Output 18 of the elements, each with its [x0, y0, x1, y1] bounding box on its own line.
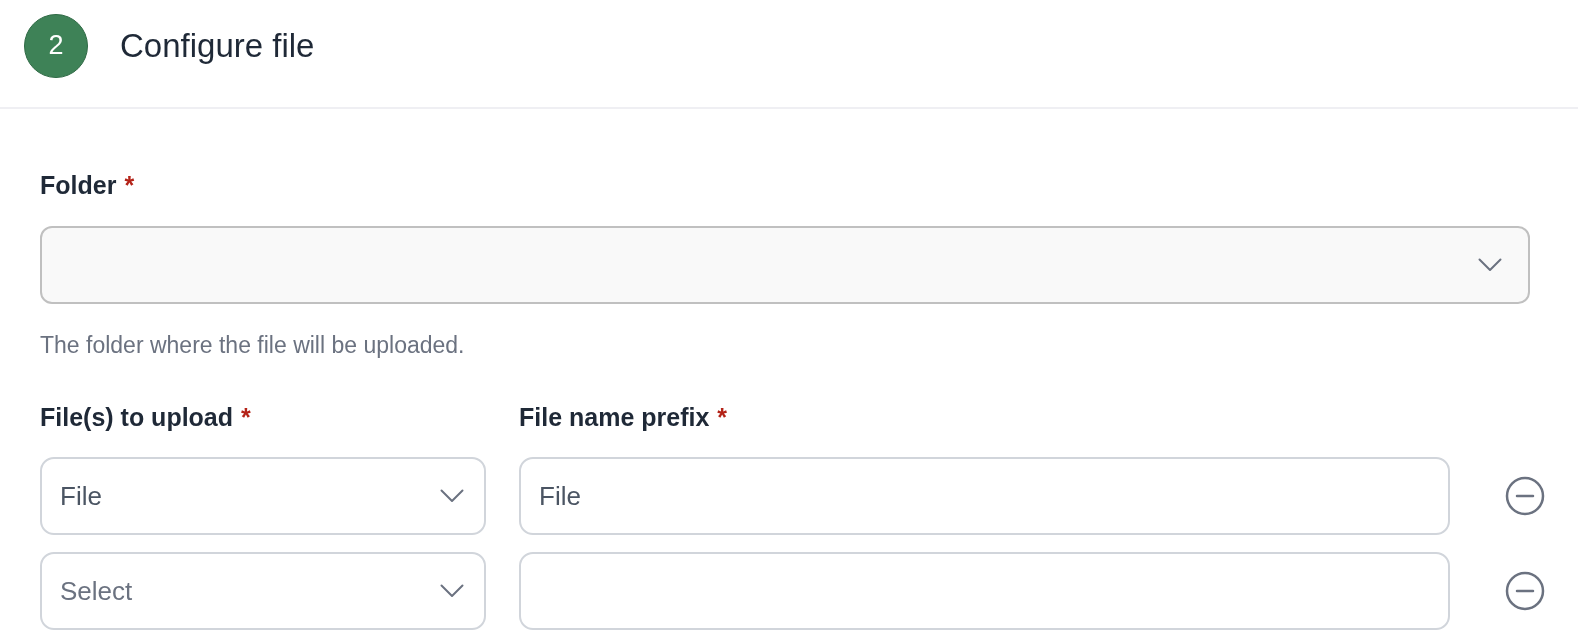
file-select[interactable]: Select — [40, 552, 486, 630]
prefix-input[interactable]: File — [519, 457, 1450, 535]
field-label: Folder — [40, 171, 117, 200]
required-asterisk: * — [717, 403, 728, 432]
required-asterisk: * — [241, 403, 251, 432]
field-label: File name prefix — [519, 403, 710, 432]
step-number: 2 — [24, 13, 88, 78]
section-title: Configure file — [120, 26, 315, 65]
remove-icon[interactable] — [1505, 571, 1545, 611]
prefix-input[interactable] — [519, 552, 1450, 630]
chevron-down-icon — [440, 489, 464, 503]
required-asterisk: * — [124, 171, 135, 200]
help-text: The folder where the file will be uploaded. — [40, 332, 466, 359]
file-select[interactable]: File — [40, 457, 486, 535]
chevron-down-icon — [1478, 258, 1502, 272]
remove-icon[interactable] — [1505, 476, 1545, 516]
chevron-down-icon — [440, 584, 464, 598]
field-label: File(s) to upload — [40, 403, 234, 432]
